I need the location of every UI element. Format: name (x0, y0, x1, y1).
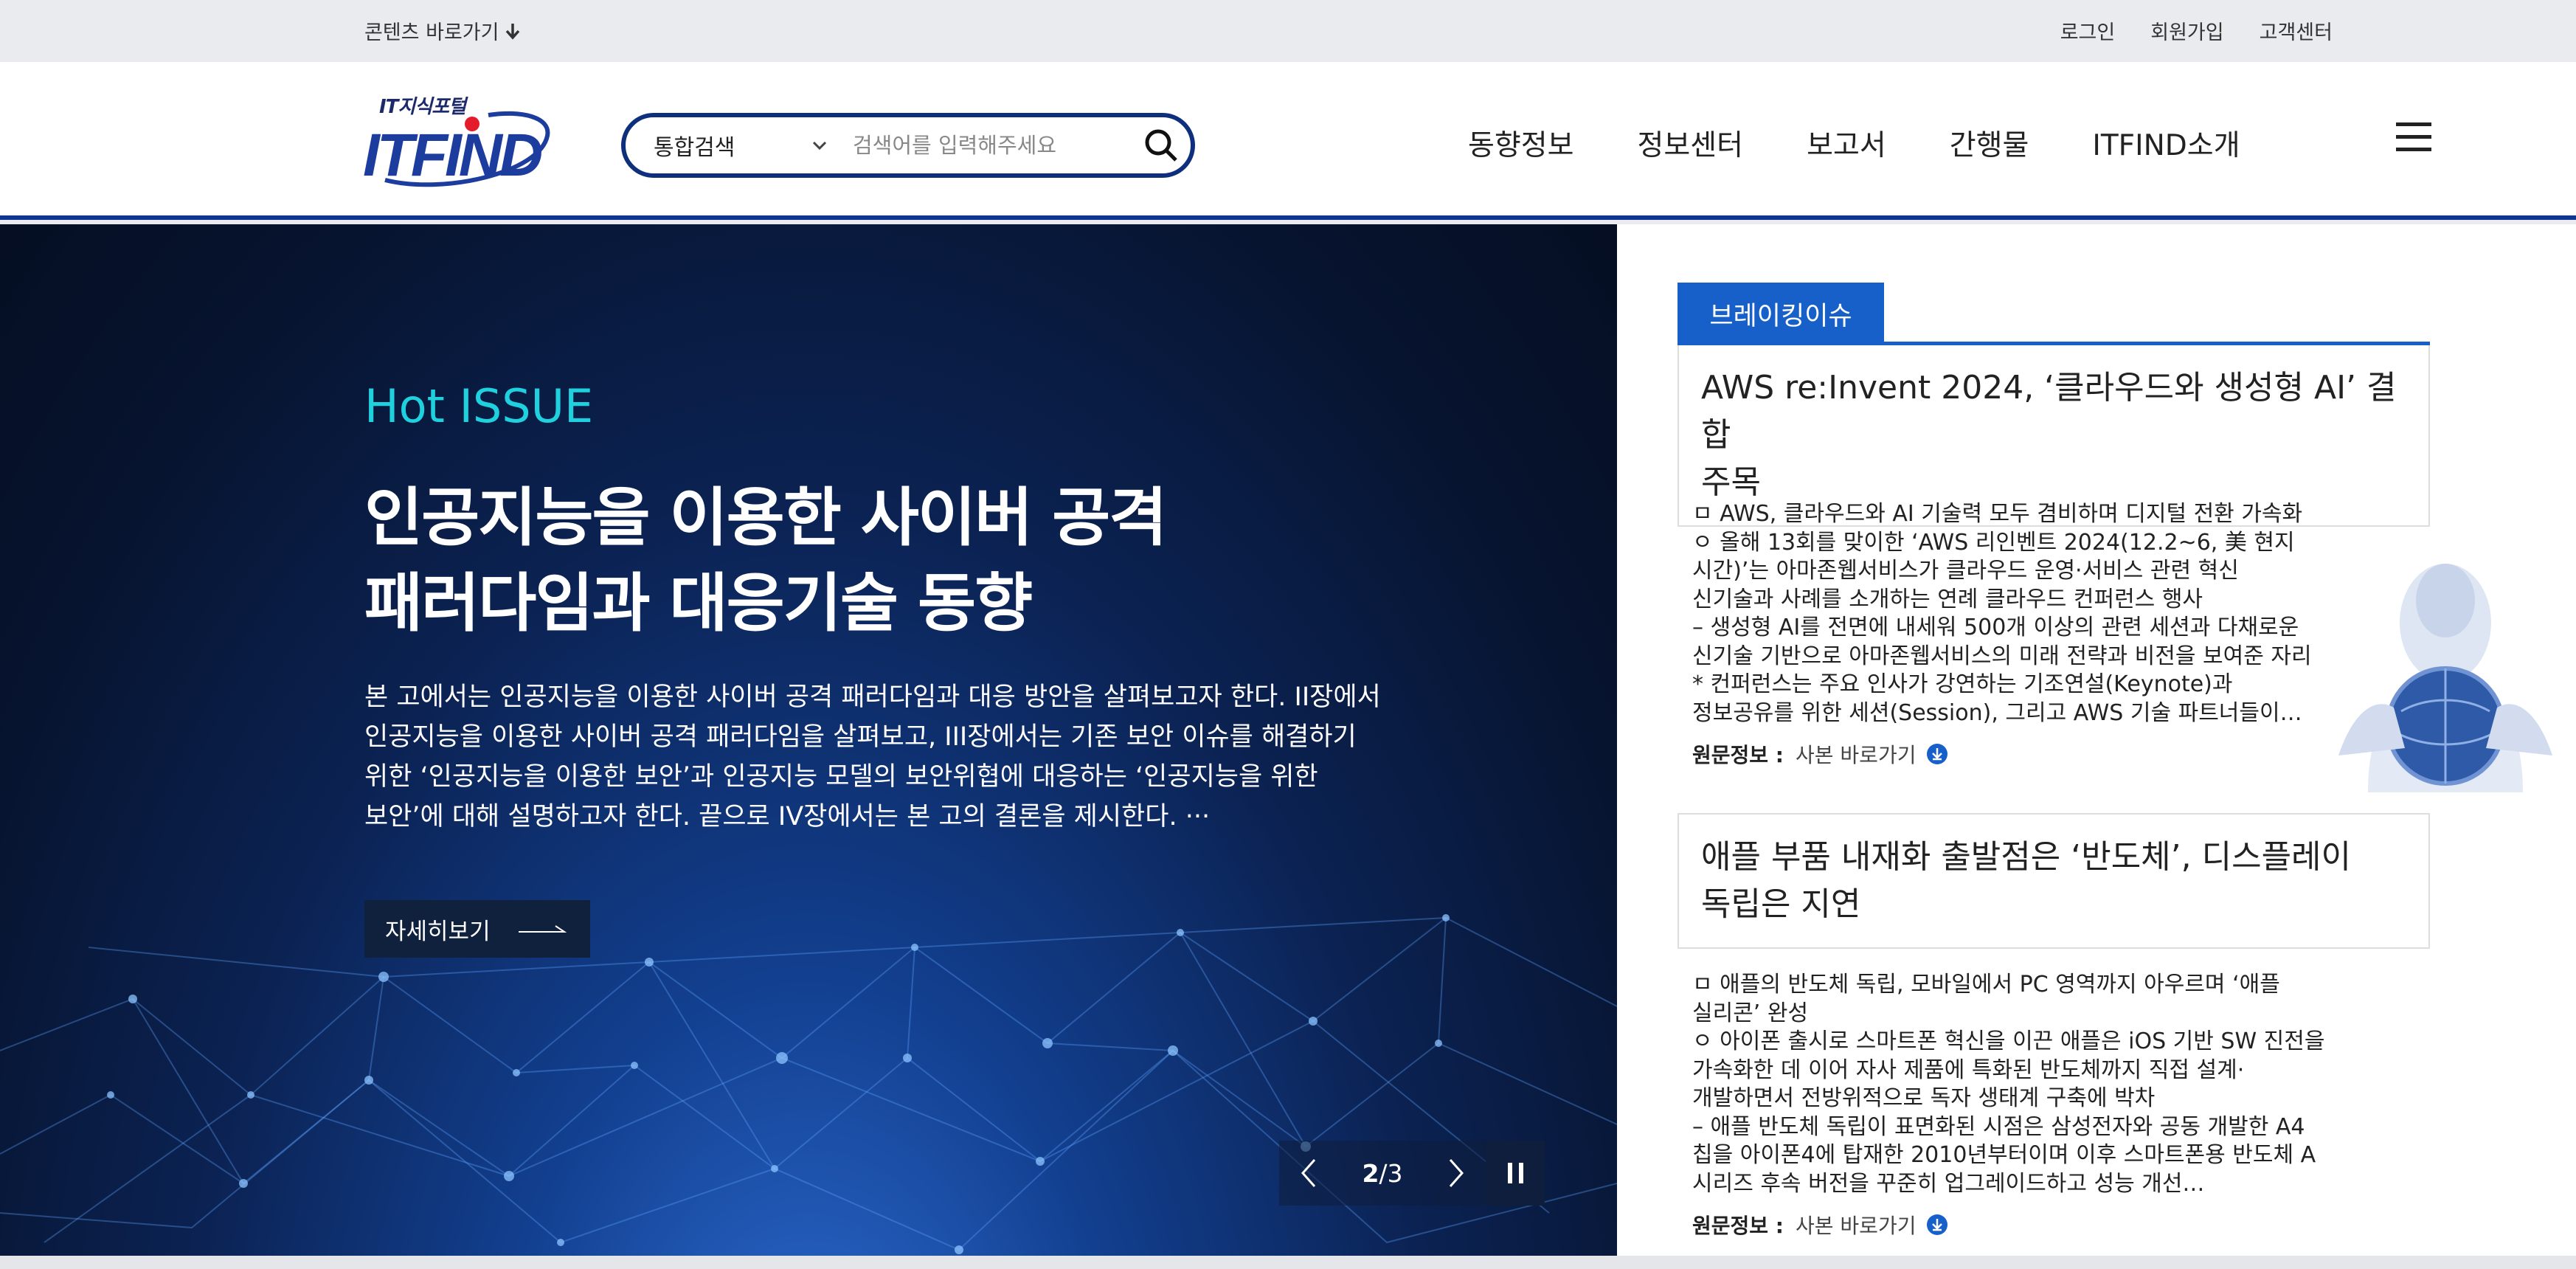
nav-info-center[interactable]: 정보센터 (1638, 122, 1744, 164)
search-type-select[interactable]: 통합검색 (626, 129, 847, 162)
search-icon (1145, 129, 1177, 162)
title-line: 주목 (1701, 463, 1761, 501)
summary-line: 칩을 아이폰4에 탑재한 2010년부터이며 이후 스마트폰용 반도체 A (1692, 1142, 2316, 1168)
view-more-button[interactable]: 자세히보기 (364, 900, 590, 958)
hero-banner: Hot ISSUE 인공지능을 이용한 사이버 공격 패러다임과 대응기술 동향… (0, 224, 1617, 1256)
nav-reports[interactable]: 보고서 (1807, 122, 1886, 164)
copy-link-label: 사본 바로가기 (1796, 1214, 1917, 1238)
long-arrow-right-icon (518, 925, 567, 933)
hero-desc-line: 인공지능을 이용한 사이버 공격 패러다임을 살펴보고, III장에서는 기존 … (364, 722, 1357, 752)
logo-wordmark: ITFIND (363, 122, 543, 189)
summary-line: ㅁ 애플의 반도체 독립, 모바일에서 PC 영역까지 아우르며 ‘애플 (1692, 972, 2280, 997)
nav-publications[interactable]: 간행물 (1950, 122, 2029, 164)
copy-link[interactable]: 사본 바로가기 (1796, 739, 1948, 769)
summary-line: ㅇ 아이폰 출시로 스마트폰 혁신을 이끈 애플은 iOS 기반 SW 진전을 (1692, 1028, 2325, 1054)
utility-links: 로그인 회원가입 고객센터 (2060, 16, 2333, 45)
hero-description: 본 고에서는 인공지능을 이용한 사이버 공격 패러다임과 대응 방안을 살펴보… (364, 677, 1412, 837)
skip-link-label: 콘텐츠 바로가기 (364, 21, 499, 44)
hero-title-line: 인공지능을 이용한 사이버 공격 (364, 481, 1167, 555)
copy-link-label: 사본 바로가기 (1796, 743, 1917, 767)
search-type-value: 통합검색 (654, 135, 735, 161)
hero-desc-line: 보안’에 대해 설명하고자 한다. 끝으로 IV장에서는 본 고의 결론을 제시… (364, 802, 1211, 831)
page-bottom-strip (0, 1256, 2576, 1269)
view-more-label: 자세히보기 (385, 918, 491, 945)
slide-total: 3 (1387, 1158, 1403, 1188)
itfind-logo[interactable]: IT지식포털 ITFIND (363, 91, 555, 189)
slide-pager: 2/3 (1279, 1141, 1545, 1206)
hero-title[interactable]: 인공지능을 이용한 사이버 공격 패러다임과 대응기술 동향 (364, 475, 1323, 646)
source-label: 원문정보 : (1692, 1214, 1784, 1238)
summary-line: 정보공유를 위한 세션(Session), 그리고 AWS 기술 파트너들이… (1692, 699, 2302, 726)
search-button[interactable] (1132, 117, 1191, 173)
main-nav: 동향정보 정보센터 보고서 간행물 ITFIND소개 (1468, 122, 2240, 164)
summary-line: 실리콘’ 완성 (1692, 1000, 1809, 1026)
source-info: 원문정보 : 사본 바로가기 (1692, 1210, 1948, 1239)
title-line: AWS re:Invent 2024, ‘클라우드와 생성형 AI’ 결합 (1701, 369, 2397, 454)
breaking-issues-tab[interactable]: 브레이킹이슈 (1677, 283, 1884, 345)
pause-slide-button[interactable] (1486, 1141, 1545, 1206)
slide-current: 2 (1362, 1158, 1379, 1188)
source-info: 원문정보 : 사본 바로가기 (1692, 739, 1948, 769)
search-input[interactable] (847, 120, 1132, 171)
breaking-item-summary: ㅁ 애플의 반도체 독립, 모바일에서 PC 영역까지 아우르며 ‘애플 실리콘… (1692, 971, 2437, 1198)
signup-link[interactable]: 회원가입 (2150, 16, 2223, 45)
pager-controls: 2/3 (1279, 1141, 1486, 1206)
login-link[interactable]: 로그인 (2060, 16, 2116, 45)
hero-label: Hot ISSUE (364, 379, 594, 433)
summary-line: 개발하면서 전방위적으로 독자 생태계 구축에 박차 (1692, 1085, 2156, 1111)
top-utility-bar: 콘텐츠 바로가기 로그인 회원가입 고객센터 (0, 0, 2576, 62)
download-icon (1927, 744, 1948, 764)
nav-trend-info[interactable]: 동향정보 (1468, 122, 1574, 164)
slide-counter: 2/3 (1362, 1159, 1402, 1188)
title-line: 애플 부품 내재화 출발점은 ‘반도체’, 디스플레이 (1701, 838, 2352, 876)
copy-link[interactable]: 사본 바로가기 (1796, 1210, 1948, 1239)
ai-robot-illustration (2338, 564, 2552, 792)
breaking-item-title[interactable]: 애플 부품 내재화 출발점은 ‘반도체’, 디스플레이 독립은 지연 (1677, 813, 2430, 949)
breaking-issues-panel: 브레이킹이슈 AWS re:Invent 2024, ‘클라우드와 생성형 AI… (1617, 224, 2576, 1256)
title-line: 독립은 지연 (1701, 885, 1861, 923)
download-icon (1927, 1214, 1948, 1235)
search-bar: 통합검색 (621, 113, 1195, 178)
hero-desc-line: 위한 ‘인공지능을 이용한 보안’과 인공지능 모델의 보안위협에 대응하는 ‘… (364, 762, 1318, 792)
summary-line: 시리즈 후속 버전을 꾸준히 업그레이드하고 성능 개선… (1692, 1170, 2205, 1197)
skip-to-content-link[interactable]: 콘텐츠 바로가기 (364, 16, 521, 45)
chevron-down-icon (812, 141, 827, 151)
nav-about-itfind[interactable]: ITFIND소개 (2092, 122, 2240, 164)
hero-title-line: 패러다임과 대응기술 동향 (364, 567, 1033, 640)
slide-separator: / (1379, 1158, 1388, 1188)
logo-tagline: IT지식포털 (379, 96, 466, 118)
summary-line: 가속화한 데 이어 자사 제품에 특화된 반도체까지 직접 설계· (1692, 1057, 2245, 1083)
hero-desc-line: 본 고에서는 인공지능을 이용한 사이버 공격 패러다임과 대응 방안을 살펴보… (364, 682, 1381, 712)
source-label: 원문정보 : (1692, 743, 1784, 767)
arrow-down-icon (506, 23, 520, 40)
summary-line: – 애플 반도체 독립이 표면화된 시점은 삼성전자와 공동 개발한 A4 (1692, 1113, 2305, 1140)
prev-slide-icon[interactable] (1298, 1157, 1318, 1189)
menu-hamburger-icon[interactable] (2396, 122, 2431, 153)
next-slide-icon[interactable] (1447, 1157, 1467, 1189)
customer-center-link[interactable]: 고객센터 (2260, 16, 2333, 45)
site-header: IT지식포털 ITFIND 통합검색 동향정보 정보센터 보고서 간행물 ITF… (0, 62, 2576, 220)
